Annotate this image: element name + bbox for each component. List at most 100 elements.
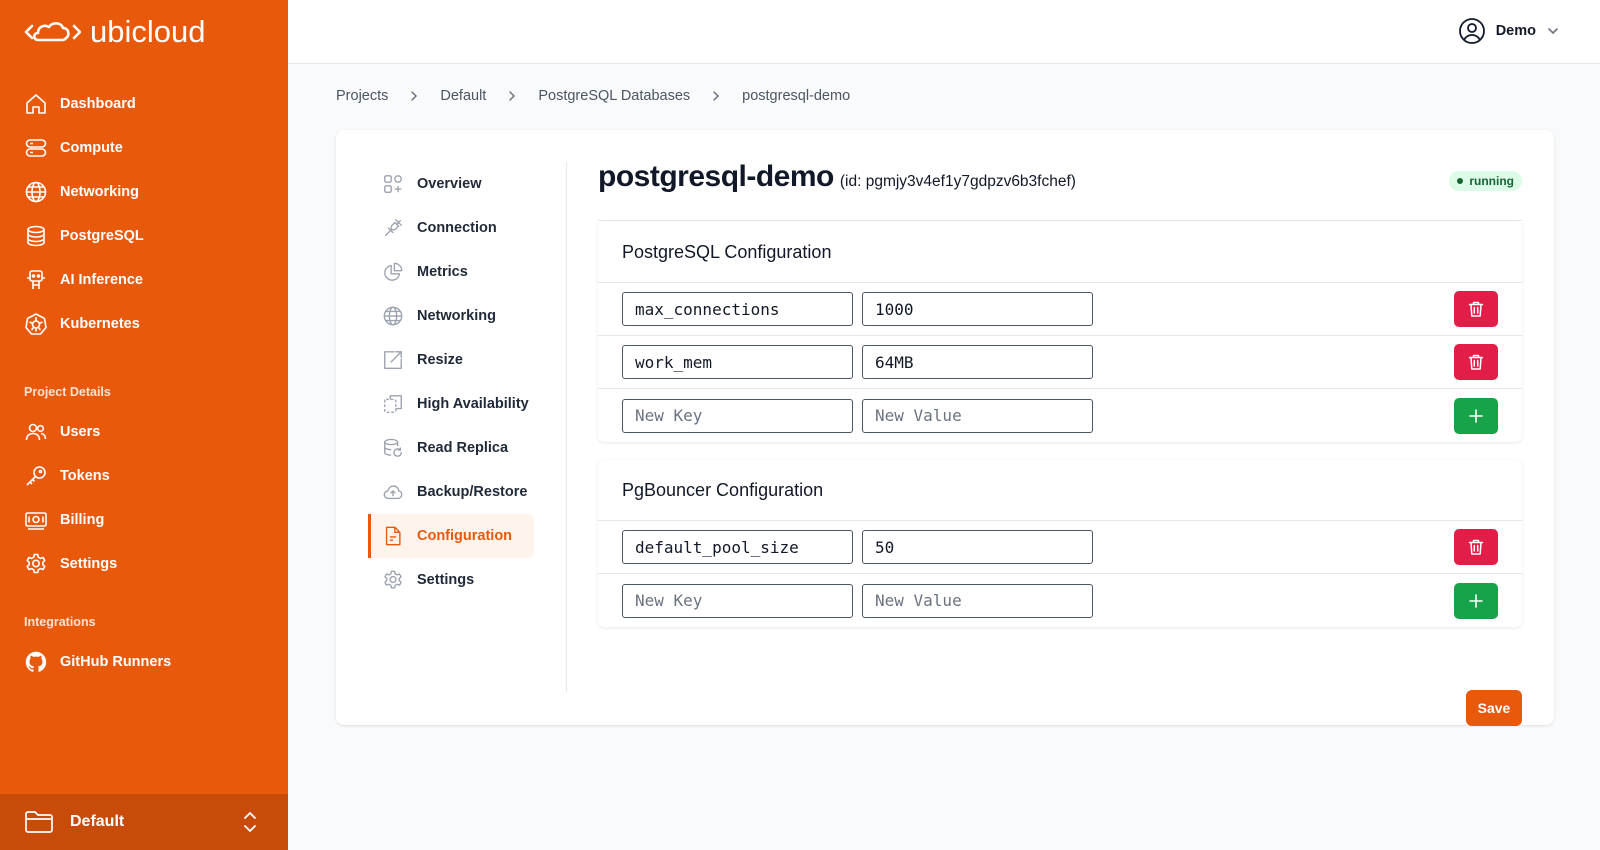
sidebar-item-billing[interactable]: Billing	[0, 498, 288, 542]
config-value-input[interactable]	[862, 345, 1093, 379]
ubicloud-logo-icon	[24, 22, 82, 42]
breadcrumb-projects[interactable]: Projects	[336, 88, 388, 104]
sidebar-item-label: PostgreSQL	[60, 228, 144, 244]
globe-icon	[25, 181, 47, 203]
new-key-input[interactable]	[622, 398, 853, 433]
banknote-icon	[25, 512, 47, 530]
add-button[interactable]	[1454, 582, 1498, 619]
new-key-input[interactable]	[622, 583, 853, 618]
tab-read-replica[interactable]: Read Replica	[368, 426, 534, 470]
save-button[interactable]: Save	[1466, 690, 1522, 726]
resource-header: postgresql-demo (id: pgmjy3v4ef1y7gdpzv6…	[598, 160, 1522, 204]
breadcrumb-postgresql-databases[interactable]: PostgreSQL Databases	[538, 88, 690, 104]
trash-icon	[1468, 539, 1484, 555]
project-details-heading: Project Details	[24, 385, 111, 399]
topbar: Demo	[288, 0, 1600, 64]
tab-networking[interactable]: Networking	[368, 294, 534, 338]
tab-label: Connection	[417, 220, 497, 236]
resource-name: postgresql-demo	[598, 160, 834, 193]
sidebar-item-label: Compute	[60, 140, 123, 156]
brand-logo[interactable]: ubicloud	[24, 14, 205, 50]
project-switcher[interactable]: Default	[0, 794, 288, 850]
squares-plus-icon	[384, 175, 402, 193]
config-row	[598, 283, 1522, 336]
resource-subnav: Overview Connection Metrics Networking R…	[368, 162, 534, 602]
breadcrumb-postgresql-demo[interactable]: postgresql-demo	[742, 88, 850, 104]
database-icon	[27, 225, 45, 247]
database-refresh-icon	[384, 438, 402, 457]
tab-overview[interactable]: Overview	[368, 162, 534, 206]
config-value-input[interactable]	[862, 292, 1093, 326]
new-value-input[interactable]	[862, 583, 1093, 618]
add-button[interactable]	[1454, 397, 1498, 434]
sidebar-item-tokens[interactable]: Tokens	[0, 454, 288, 498]
chevron-up-down-icon	[244, 812, 256, 832]
tab-settings[interactable]: Settings	[368, 558, 534, 602]
sidebar-item-networking[interactable]: Networking	[0, 170, 288, 214]
sidebar-item-compute[interactable]: Compute	[0, 126, 288, 170]
globe-icon	[383, 306, 403, 326]
users-icon	[25, 423, 47, 441]
tab-label: Configuration	[417, 528, 513, 544]
postgresql-config-section: PostgreSQL Configuration	[598, 222, 1522, 442]
sidebar-item-ai-inference[interactable]: AI Inference	[0, 258, 288, 302]
config-key-input[interactable]	[622, 530, 853, 564]
config-key-input[interactable]	[622, 292, 853, 326]
sidebar-item-label: Dashboard	[60, 96, 136, 112]
user-name: Demo	[1495, 23, 1536, 39]
tab-backup-restore[interactable]: Backup/Restore	[368, 470, 534, 514]
sidebar-item-label: GitHub Runners	[60, 654, 172, 670]
section-title: PostgreSQL Configuration	[598, 222, 1522, 283]
config-row	[598, 521, 1522, 574]
sidebar-item-label: Users	[60, 424, 101, 440]
sidebar-item-label: Billing	[60, 512, 105, 528]
tab-label: Metrics	[417, 264, 468, 280]
breadcrumb: Projects Default PostgreSQL Databases po…	[336, 88, 850, 104]
tab-configuration[interactable]: Configuration	[368, 514, 534, 558]
sidebar-item-users[interactable]: Users	[0, 410, 288, 454]
pgbouncer-config-section: PgBouncer Configuration	[598, 460, 1522, 627]
new-config-row	[598, 389, 1522, 442]
robot-icon	[27, 270, 45, 289]
sidebar-item-settings[interactable]: Settings	[0, 542, 288, 586]
config-row	[598, 336, 1522, 389]
user-circle-icon	[1458, 18, 1485, 44]
project-switcher-label: Default	[70, 813, 125, 830]
sidebar-item-github-runners[interactable]: GitHub Runners	[0, 640, 288, 684]
config-key-input[interactable]	[622, 345, 853, 379]
delete-button[interactable]	[1454, 291, 1498, 327]
status-badge: running	[1449, 171, 1522, 191]
config-value-input[interactable]	[862, 530, 1093, 564]
breadcrumb-default[interactable]: Default	[440, 88, 486, 104]
key-icon	[26, 466, 46, 486]
tab-label: High Availability	[417, 396, 529, 412]
chevron-right-icon	[710, 90, 722, 102]
status-dot-icon	[1457, 178, 1464, 184]
sidebar-item-dashboard[interactable]: Dashboard	[0, 82, 288, 126]
new-config-row	[598, 574, 1522, 627]
resource-id: (id: pgmjy3v4ef1y7gdpzv6b3fchef)	[839, 173, 1076, 190]
tab-metrics[interactable]: Metrics	[368, 250, 534, 294]
tab-resize[interactable]: Resize	[368, 338, 534, 382]
chevron-right-icon	[408, 90, 420, 102]
tab-high-availability[interactable]: High Availability	[368, 382, 534, 426]
pie-chart-icon	[384, 262, 403, 281]
sidebar-item-label: Settings	[60, 556, 118, 572]
user-menu[interactable]: Demo	[1458, 17, 1560, 45]
external-square-icon	[384, 351, 402, 369]
sidebar-item-kubernetes[interactable]: Kubernetes	[0, 302, 288, 346]
new-value-input[interactable]	[862, 398, 1093, 433]
tab-label: Settings	[417, 572, 475, 588]
delete-button[interactable]	[1454, 344, 1498, 380]
folder-icon	[25, 811, 53, 833]
home-icon	[26, 94, 46, 114]
gear-icon	[384, 570, 402, 589]
sidebar-item-label: AI Inference	[60, 272, 143, 288]
subnav-divider	[566, 162, 567, 692]
delete-button[interactable]	[1454, 529, 1498, 565]
status-text: running	[1469, 174, 1514, 188]
trash-icon	[1468, 301, 1484, 317]
tab-connection[interactable]: Connection	[368, 206, 534, 250]
sidebar-item-postgresql[interactable]: PostgreSQL	[0, 214, 288, 258]
sidebar-item-label: Networking	[60, 184, 139, 200]
